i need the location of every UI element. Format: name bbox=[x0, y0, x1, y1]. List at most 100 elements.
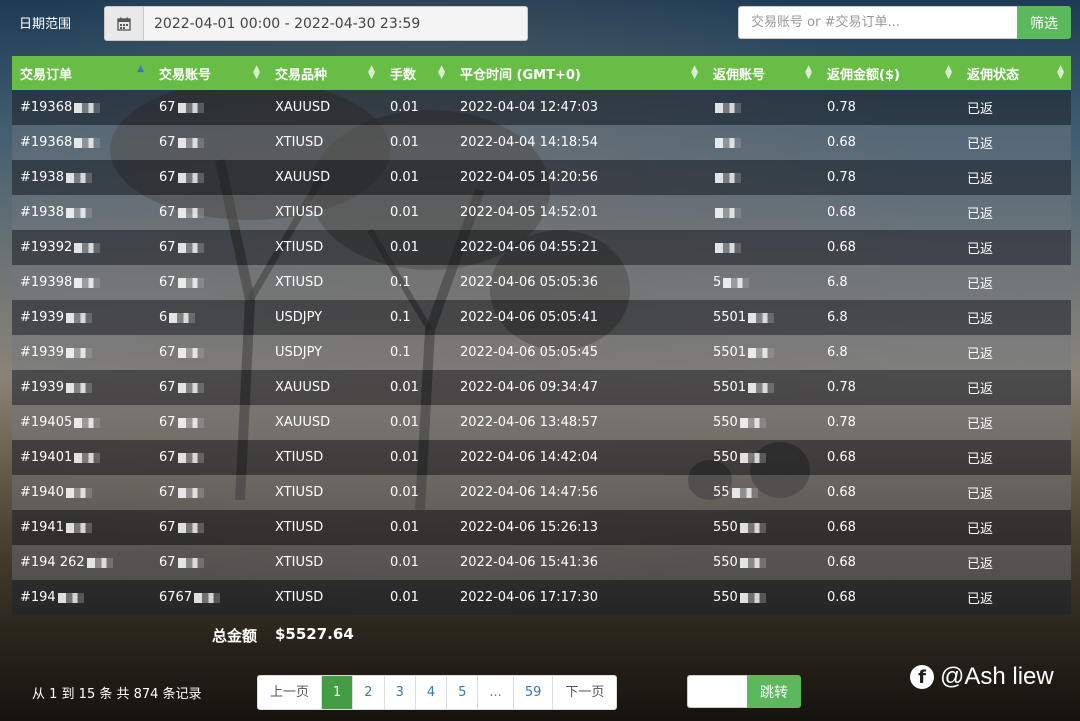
cell-symbol: XAUUSD bbox=[267, 370, 382, 405]
cell-text: 5 bbox=[713, 275, 722, 290]
sort-icon: ▲ ▼ bbox=[368, 64, 375, 81]
page-button[interactable]: 1 bbox=[322, 676, 354, 709]
cell-rebate-amount: 0.68 bbox=[819, 545, 959, 580]
search-input[interactable] bbox=[738, 6, 1017, 39]
redaction-mask bbox=[177, 347, 204, 358]
cell-order: #1938 bbox=[12, 195, 151, 230]
table-body: #19368 67 XAUUSD 0.01 2022-04-04 12:47:03 0.7… bbox=[12, 90, 1071, 615]
cell-text: #19398 bbox=[20, 275, 73, 290]
sort-icon: ▲ ▼ bbox=[438, 64, 445, 81]
page-button[interactable]: 5 bbox=[447, 676, 479, 709]
redaction-mask bbox=[65, 207, 92, 218]
page-button[interactable]: 59 bbox=[513, 676, 554, 709]
cell-rebate-amount: 6.8 bbox=[819, 300, 959, 335]
cell-text: XAUUSD bbox=[275, 100, 331, 115]
cell-rebate-account: 5 bbox=[705, 265, 819, 300]
page-jump-button[interactable]: 跳转 bbox=[747, 675, 801, 708]
cell-text: 2022-04-06 09:34:47 bbox=[460, 380, 599, 395]
cell-text: 6 bbox=[159, 310, 168, 325]
cell-close-time: 2022-04-06 15:26:13 bbox=[452, 510, 705, 545]
cell-text: 已返 bbox=[967, 417, 994, 432]
cell-text: 67 bbox=[159, 170, 176, 185]
cell-text: XTIUSD bbox=[275, 450, 324, 465]
page-button[interactable]: 4 bbox=[415, 676, 448, 709]
cell-order: #19392 bbox=[12, 230, 151, 265]
cell-rebate-amount: 0.78 bbox=[819, 160, 959, 195]
redaction-mask bbox=[74, 242, 101, 253]
column-header-rebate-status[interactable]: 返佣状态 ▲ ▼ bbox=[959, 56, 1071, 90]
table-row: #19398 67 XTIUSD 0.1 2022-04-06 05:05:36 5 6.8… bbox=[12, 265, 1071, 300]
cell-text: 67 bbox=[159, 415, 176, 430]
column-header-account[interactable]: 交易账号 ▲ ▼ bbox=[151, 56, 267, 90]
cell-order: #194 bbox=[12, 580, 151, 615]
cell-order: #1939 bbox=[12, 300, 151, 335]
cell-text: 2022-04-06 04:55:21 bbox=[460, 240, 599, 255]
cell-account: 67 bbox=[151, 230, 267, 265]
cell-text: 2022-04-06 14:42:04 bbox=[460, 450, 599, 465]
redaction-mask bbox=[715, 207, 741, 218]
column-header-symbol[interactable]: 交易品种 ▲ ▼ bbox=[267, 56, 382, 90]
cell-text: 0.68 bbox=[827, 205, 856, 220]
cell-status: 已返 bbox=[959, 160, 1071, 195]
table-row: #1938 67 XTIUSD 0.01 2022-04-05 14:52:01 0.68… bbox=[12, 195, 1071, 230]
page-button[interactable]: 3 bbox=[384, 676, 416, 709]
cell-text: 6.8 bbox=[827, 310, 848, 325]
column-header-rebate-account[interactable]: 返佣账号 ▲ ▼ bbox=[705, 56, 819, 90]
redaction-mask bbox=[194, 592, 221, 603]
cell-text: 已返 bbox=[967, 277, 994, 292]
date-range-input[interactable] bbox=[144, 7, 527, 40]
cell-close-time: 2022-04-06 14:42:04 bbox=[452, 440, 705, 475]
redaction-mask bbox=[748, 382, 775, 393]
cell-close-time: 2022-04-06 17:17:30 bbox=[452, 580, 705, 615]
cell-status: 已返 bbox=[959, 230, 1071, 265]
cell-text: 550 bbox=[713, 415, 738, 430]
cell-close-time: 2022-04-06 15:41:36 bbox=[452, 545, 705, 580]
calendar-icon[interactable] bbox=[105, 7, 144, 40]
cell-order: #19401 bbox=[12, 440, 151, 475]
cell-rebate-amount: 0.78 bbox=[819, 90, 959, 125]
cell-status: 已返 bbox=[959, 580, 1071, 615]
column-header-close-time[interactable]: 平仓时间 (GMT+0) ▲ ▼ bbox=[452, 56, 705, 90]
cell-text: 67 bbox=[159, 450, 176, 465]
cell-lots: 0.01 bbox=[382, 545, 452, 580]
redaction-mask bbox=[169, 312, 196, 323]
redaction-mask bbox=[177, 137, 204, 148]
page-jump-group: 跳转 bbox=[687, 675, 801, 708]
next-page-button[interactable]: 下一页 bbox=[553, 676, 617, 709]
page-jump-input[interactable] bbox=[687, 675, 747, 708]
redaction-mask bbox=[177, 207, 204, 218]
date-range-picker[interactable] bbox=[104, 6, 528, 41]
pagination: 上一页 1 2 3 4 5... 59 下一页 bbox=[257, 675, 618, 710]
redaction-mask bbox=[177, 382, 204, 393]
cell-symbol: USDJPY bbox=[267, 300, 382, 335]
table-row: #1941 67 XTIUSD 0.01 2022-04-06 15:26:13 550 0… bbox=[12, 510, 1071, 545]
filter-button[interactable]: 筛选 bbox=[1017, 6, 1071, 39]
cell-lots: 0.01 bbox=[382, 440, 452, 475]
cell-text: XTIUSD bbox=[275, 240, 324, 255]
cell-close-time: 2022-04-05 14:52:01 bbox=[452, 195, 705, 230]
table-row: #194 6767 XTIUSD 0.01 2022-04-06 17:17:30 550… bbox=[12, 580, 1071, 615]
watermark: f @Ash liew bbox=[910, 663, 1054, 691]
page-button[interactable]: 2 bbox=[353, 676, 385, 709]
cell-text: 67 bbox=[159, 205, 176, 220]
cell-status: 已返 bbox=[959, 125, 1071, 160]
cell-close-time: 2022-04-04 14:18:54 bbox=[452, 125, 705, 160]
column-header-order[interactable]: 交易订单 ▲ bbox=[12, 56, 151, 90]
redaction-mask bbox=[715, 242, 741, 253]
record-count-info: 从 1 到 15 条 共 874 条记录 bbox=[32, 687, 202, 702]
cell-text: 0.01 bbox=[390, 205, 419, 220]
cell-lots: 0.01 bbox=[382, 230, 452, 265]
cell-text: 2022-04-06 15:26:13 bbox=[460, 520, 599, 535]
cell-symbol: XTIUSD bbox=[267, 580, 382, 615]
redaction-mask bbox=[177, 487, 204, 498]
column-header-lots[interactable]: 手数 ▲ ▼ bbox=[382, 56, 452, 90]
cell-text: 0.01 bbox=[390, 590, 419, 605]
cell-lots: 0.01 bbox=[382, 90, 452, 125]
cell-text: 6767 bbox=[159, 590, 193, 605]
cell-text: #1939 bbox=[20, 310, 64, 325]
cell-text: XTIUSD bbox=[275, 485, 324, 500]
prev-page-button[interactable]: 上一页 bbox=[258, 676, 323, 709]
table-row: #19368 67 XAUUSD 0.01 2022-04-04 12:47:03 0.7… bbox=[12, 90, 1071, 125]
column-header-rebate-amount[interactable]: 返佣金额($) ▲ ▼ bbox=[819, 56, 959, 90]
redaction-mask bbox=[57, 592, 84, 603]
